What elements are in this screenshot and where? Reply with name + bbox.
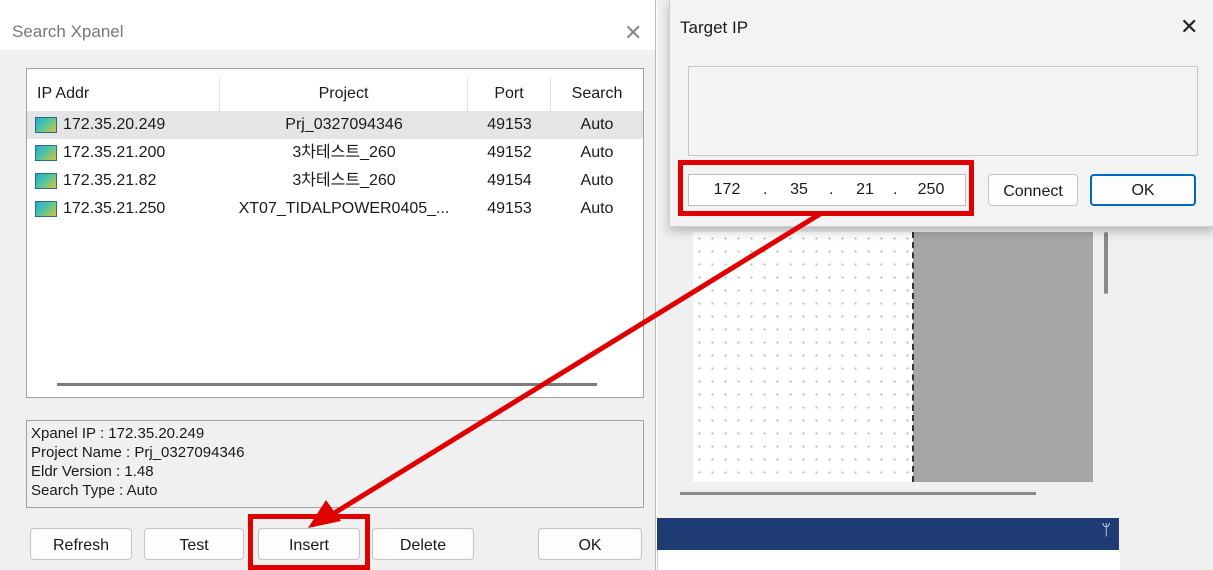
ip-separator: . <box>763 181 768 198</box>
row-port: 49153 <box>487 116 532 133</box>
row-search: Auto <box>580 116 614 133</box>
network-panel-icon <box>35 145 57 161</box>
close-icon[interactable]: ✕ <box>1180 14 1198 40</box>
ok-button[interactable]: OK <box>1090 174 1196 206</box>
row-project: 3차테스트_260 <box>292 144 396 161</box>
insert-button[interactable]: Insert <box>258 528 360 560</box>
table-row[interactable]: 172.35.21.82 3차테스트_260 49154 Auto <box>27 167 643 195</box>
column-header-ip[interactable]: IP Addr <box>27 77 220 111</box>
test-button[interactable]: Test <box>144 528 244 560</box>
search-xpanel-dialog: Search Xpanel ✕ IP Addr Project Port Sea… <box>0 0 656 570</box>
ip-octet-3[interactable]: 21 <box>845 175 885 205</box>
workspace-horizontal-scrollbar[interactable] <box>680 492 1036 495</box>
network-panel-icon <box>35 117 57 133</box>
target-ip-dialog: Target IP ✕ 172 . 35 . 21 . 250 Connect … <box>669 0 1213 227</box>
row-ip: 172.35.21.200 <box>63 144 166 161</box>
table-row[interactable]: 172.35.21.250 XT07_TIDALPOWER0405_... 49… <box>27 195 643 223</box>
table-row[interactable]: 172.35.21.200 3차테스트_260 49152 Auto <box>27 139 643 167</box>
row-port: 49154 <box>487 172 532 189</box>
xpanel-info-box: Xpanel IP : 172.35.20.249 Project Name :… <box>26 420 644 508</box>
target-dialog-title: Target IP <box>680 18 749 37</box>
ip-separator: . <box>829 181 834 198</box>
info-project-name: Project Name : Prj_0327094346 <box>31 444 245 461</box>
ip-address-input[interactable]: 172 . 35 . 21 . 250 <box>688 174 966 206</box>
table-row[interactable]: 172.35.20.249 Prj_0327094346 49153 Auto <box>27 111 643 139</box>
screen-outside-area <box>913 232 1093 482</box>
network-panel-icon <box>35 173 57 189</box>
target-message-area <box>688 66 1198 156</box>
row-port: 49152 <box>487 144 532 161</box>
column-header-search[interactable]: Search <box>551 77 643 111</box>
design-canvas-grid[interactable] <box>693 232 915 482</box>
ip-octet-1[interactable]: 172 <box>707 175 747 205</box>
search-dialog-title-bar: Search Xpanel ✕ <box>0 0 655 50</box>
ip-octet-4[interactable]: 250 <box>909 175 953 205</box>
row-search: Auto <box>580 144 614 161</box>
info-eldr-version: Eldr Version : 1.48 <box>31 463 154 480</box>
info-search-type: Search Type : Auto <box>31 482 158 499</box>
workspace-vertical-scrollbar[interactable] <box>1104 232 1108 294</box>
column-header-port[interactable]: Port <box>468 77 551 111</box>
ip-separator: . <box>893 181 898 198</box>
list-horizontal-scrollbar[interactable] <box>57 383 597 386</box>
xpanel-list[interactable]: IP Addr Project Port Search 172.35.20.24… <box>26 68 644 398</box>
screen-boundary-line <box>912 232 914 482</box>
info-xpanel-ip: Xpanel IP : 172.35.20.249 <box>31 425 205 442</box>
search-dialog-title: Search Xpanel <box>12 22 124 41</box>
docked-panel-header: ᛘ <box>657 518 1119 550</box>
ok-button[interactable]: OK <box>538 528 642 560</box>
row-search: Auto <box>580 200 614 217</box>
row-project: 3차테스트_260 <box>292 172 396 189</box>
row-ip: 172.35.21.82 <box>63 172 157 189</box>
docked-panel-body <box>657 550 1120 570</box>
ip-octet-2[interactable]: 35 <box>779 175 819 205</box>
refresh-button[interactable]: Refresh <box>30 528 132 560</box>
row-ip: 172.35.20.249 <box>63 116 166 133</box>
row-port: 49153 <box>487 200 532 217</box>
row-search: Auto <box>580 172 614 189</box>
row-ip: 172.35.21.250 <box>63 200 166 217</box>
delete-button[interactable]: Delete <box>372 528 474 560</box>
connect-button[interactable]: Connect <box>988 174 1078 206</box>
pin-icon[interactable]: ᛘ <box>1101 522 1111 540</box>
column-header-project[interactable]: Project <box>220 77 468 111</box>
row-project: Prj_0327094346 <box>285 116 403 133</box>
close-icon[interactable]: ✕ <box>624 20 642 46</box>
row-project: XT07_TIDALPOWER0405_... <box>238 200 450 217</box>
network-panel-icon <box>35 201 57 217</box>
